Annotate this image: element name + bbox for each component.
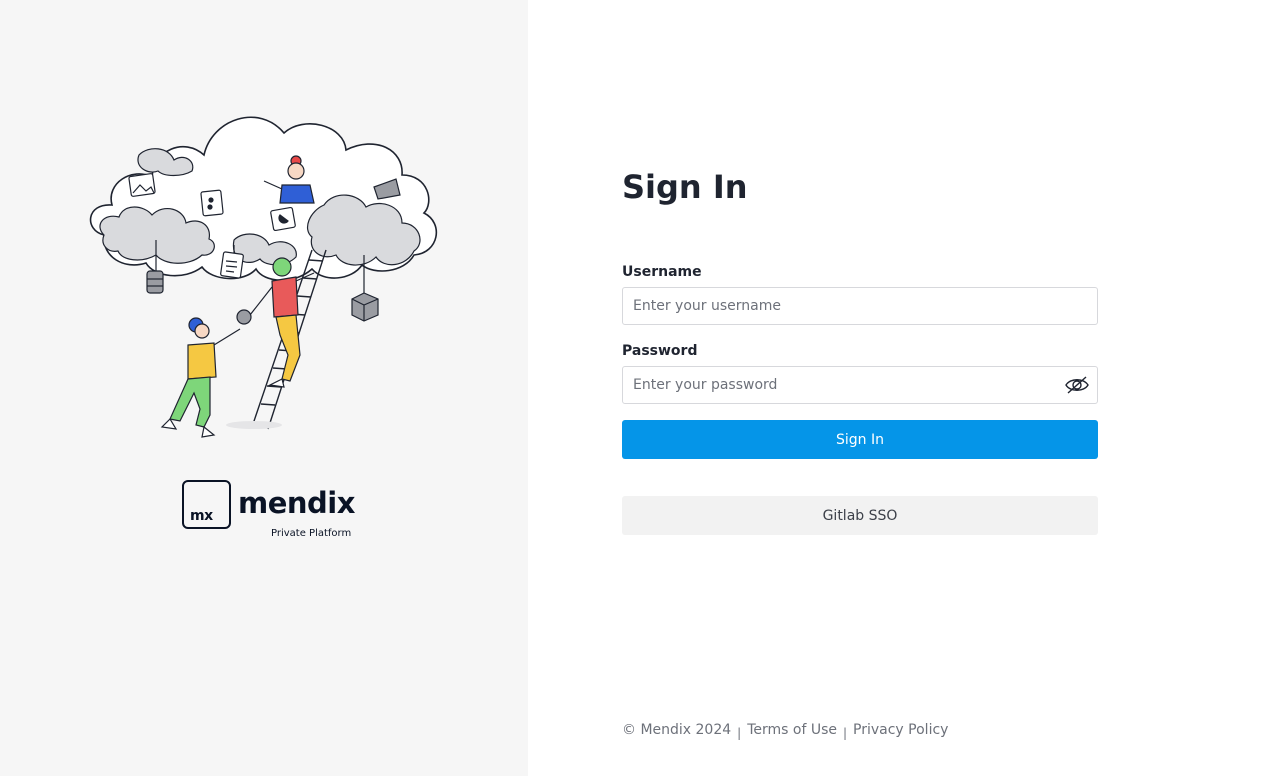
page-title: Sign In [622, 168, 748, 206]
sign-in-button[interactable]: Sign In [622, 420, 1098, 459]
terms-of-use-link[interactable]: Terms of Use [747, 722, 837, 738]
logo-subtitle: Private Platform [271, 528, 352, 539]
footer-separator: | [737, 726, 742, 740]
document-icon [220, 251, 244, 279]
login-page: mx mendix Private Platform Sign In Usern… [0, 0, 1268, 776]
password-label: Password [622, 343, 698, 359]
footer-separator: | [842, 726, 848, 740]
mendix-logo: mx mendix Private Platform [182, 480, 355, 542]
puzzle-icon [200, 189, 224, 217]
form-panel: Sign In Username Password Sign In Gitlab… [528, 0, 1268, 776]
logo-box-text: mx [190, 508, 213, 524]
mx-logo-box: mx [182, 480, 231, 529]
image-icon [128, 173, 156, 197]
privacy-policy-link[interactable]: Privacy Policy [853, 722, 948, 738]
eye-slash-icon[interactable] [1064, 373, 1090, 397]
footer: © Mendix 2024 | Terms of Use | Privacy P… [622, 722, 948, 740]
box-icon [351, 292, 379, 322]
database-icon [146, 270, 164, 294]
person-on-ground [160, 317, 282, 438]
logo-wordmark: mendix [238, 486, 355, 520]
username-input[interactable] [622, 287, 1098, 325]
username-label: Username [622, 264, 702, 280]
cloud-ladder-illustration [89, 116, 438, 438]
password-input[interactable] [622, 366, 1098, 404]
copyright-text: © Mendix 2024 [622, 722, 732, 738]
brand-panel: mx mendix Private Platform [0, 0, 528, 776]
gitlab-sso-button[interactable]: Gitlab SSO [622, 496, 1098, 535]
